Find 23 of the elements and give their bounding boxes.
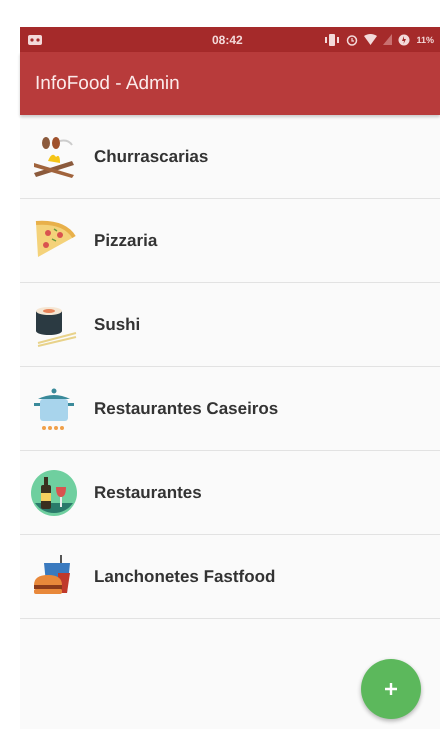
category-item[interactable]: Lanchonetes Fastfood bbox=[20, 535, 440, 619]
category-item[interactable]: Restaurantes bbox=[20, 451, 440, 535]
signal-icon bbox=[383, 34, 392, 45]
app-title: InfoFood - Admin bbox=[35, 72, 180, 94]
wine-bottle-icon bbox=[30, 468, 78, 516]
category-item[interactable]: Restaurantes Caseiros bbox=[20, 367, 440, 451]
status-time: 08:42 bbox=[212, 32, 243, 46]
category-label: Sushi bbox=[94, 314, 140, 334]
category-label: Pizzaria bbox=[94, 230, 158, 250]
notification-icon bbox=[28, 34, 42, 44]
category-item[interactable]: Pizzaria bbox=[20, 199, 440, 283]
category-item[interactable]: Sushi bbox=[20, 283, 440, 367]
plus-icon bbox=[384, 682, 398, 696]
category-label: Lanchonetes Fastfood bbox=[94, 566, 276, 586]
category-label: Churrascarias bbox=[94, 146, 208, 166]
alarm-icon bbox=[346, 34, 358, 46]
category-label: Restaurantes bbox=[94, 482, 202, 502]
battery-percent: 11% bbox=[416, 34, 434, 44]
vibrate-icon bbox=[324, 34, 340, 46]
category-label: Restaurantes Caseiros bbox=[94, 398, 278, 418]
category-item[interactable]: Churrascarias bbox=[20, 115, 440, 199]
wifi-icon bbox=[364, 34, 378, 45]
add-button[interactable] bbox=[361, 659, 421, 719]
